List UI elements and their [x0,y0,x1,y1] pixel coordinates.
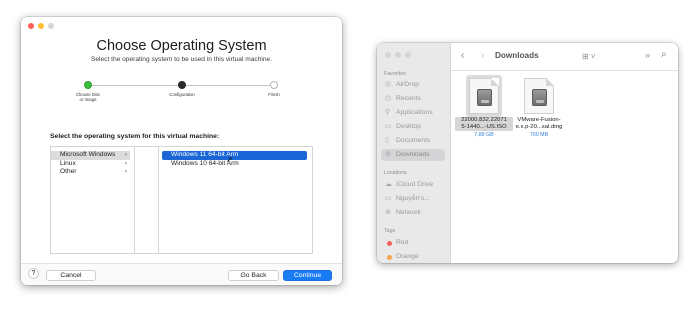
forward-button[interactable]: › [481,50,484,61]
minimize-window-button[interactable] [38,23,44,29]
os-version-item[interactable]: Windows 11 64-bit Arm [162,151,307,160]
close-window-button[interactable] [385,52,391,58]
minimize-window-button[interactable] [395,52,401,58]
os-category-item[interactable]: Microsoft Windows › [51,151,130,160]
step-pending-indicator [270,81,278,89]
zoom-window-button[interactable] [48,23,54,29]
page-title: Choose Operating System [96,38,267,54]
file-size: 7,89 GB [474,132,494,138]
clock-icon: ◷ [385,95,392,102]
sidebar-item-applications[interactable]: ⚲ Applications [381,107,445,119]
tag-dot-icon [387,240,392,246]
document-icon: ▯ [385,137,389,144]
finder-toolbar: ‹ › Downloads ⊞ ˅ » ⌕ [451,43,678,71]
view-grid-icon[interactable]: ⊞ ˅ [582,52,596,61]
finder-sidebar: Favorites ◎ AirDrop ◷ Recents ⚲ Application… [377,43,451,263]
chevron-right-icon: › [124,151,127,158]
chevron-right-icon: › [124,168,127,175]
step-label: Configuration [169,92,195,97]
os-version-list: Windows 11 64-bit Arm Windows 10 64-bit … [158,147,312,253]
os-selector: Microsoft Windows › Linux › Other › Wind… [50,146,313,254]
applications-icon: ⚲ [385,109,391,116]
vm-wizard-window: Choose Operating System Select the opera… [21,17,342,285]
go-back-button[interactable]: Go Back [228,270,279,281]
sidebar-item-computer[interactable]: ▭ Nguyễn's... [381,193,445,205]
folder-title: Downloads [495,51,539,60]
file-name: 22000.832.22071 5-1440...-US.ISO [455,117,513,131]
cancel-button[interactable]: Cancel [46,270,96,281]
finder-window: Favorites ◎ AirDrop ◷ Recents ⚲ Application… [377,43,678,263]
airdrop-icon: ◎ [385,81,392,88]
continue-button[interactable]: Continue [283,270,332,281]
step-choose-disc: Choose Disc or Image [66,79,110,102]
search-icon[interactable]: ⌕ [661,49,667,60]
zoom-window-button[interactable] [405,52,411,58]
sidebar-item-downloads[interactable]: ⊕ Downloads [381,149,445,161]
close-window-button[interactable] [28,23,34,29]
downloads-icon: ⊕ [385,151,391,158]
sidebar-item-desktop[interactable]: ▭ Desktop [381,121,445,133]
cloud-icon: ☁ [385,181,392,188]
step-finish: Finish [252,79,296,97]
step-done-indicator [84,81,92,89]
network-icon: ⊛ [385,209,391,216]
sidebar-item-documents[interactable]: ▯ Documents [381,135,445,147]
sidebar-item-icloud-drive[interactable]: ☁ iCloud Drive [381,179,445,191]
sidebar-tag-orange[interactable]: Orange [381,251,445,263]
page-subtitle: Select the operating system to be used i… [90,56,273,63]
file-item[interactable]: 22000.832.22071 5-1440...-US.ISO 7,89 GB [455,78,513,138]
sidebar-item-recents[interactable]: ◷ Recents [381,93,445,105]
wizard-footer: ? Cancel Go Back Continue [21,263,342,285]
desktop-icon: ▭ [385,123,392,130]
os-category-item[interactable]: Linux › [51,160,130,169]
file-item[interactable]: VMware-Fusion-e.x.p-20...sal.dmg 700 MB [510,78,568,138]
os-select-prompt: Select the operating system for this vir… [50,133,220,140]
step-current-indicator [178,81,186,89]
wizard-steps: Choose Disc or Image Configuration Finish [69,79,295,119]
sidebar-section-favorites: Favorites [384,71,406,77]
window-controls [28,23,54,29]
step-label: Finish [268,92,280,97]
sidebar-item-network[interactable]: ⊛ Network [381,207,445,219]
tag-dot-icon [387,254,392,260]
window-controls [385,52,411,58]
back-button[interactable]: ‹ [461,50,464,61]
os-category-list: Microsoft Windows › Linux › Other › [51,147,135,253]
file-size: 700 MB [529,132,549,138]
os-category-item[interactable]: Other › [51,168,130,177]
help-button[interactable]: ? [28,268,39,279]
step-label: Choose Disc or Image [75,92,101,102]
mouse-pointer-icon: ➚ [226,155,233,164]
sidebar-item-airdrop[interactable]: ◎ AirDrop [381,79,445,91]
disk-image-icon [469,78,499,114]
laptop-icon: ▭ [385,195,392,202]
file-name: VMware-Fusion-e.x.p-20...sal.dmg [515,117,563,130]
sidebar-tag-red[interactable]: Red [381,237,445,249]
chevron-right-icon: › [124,159,127,167]
more-toolbar-icon[interactable]: » [645,50,650,60]
os-version-item[interactable]: Windows 10 64-bit Arm [162,160,307,169]
sidebar-section-locations: Locations [384,170,407,176]
sidebar-section-tags: Tags [384,228,396,234]
disk-image-icon [524,78,554,114]
step-configuration: Configuration [160,79,204,97]
